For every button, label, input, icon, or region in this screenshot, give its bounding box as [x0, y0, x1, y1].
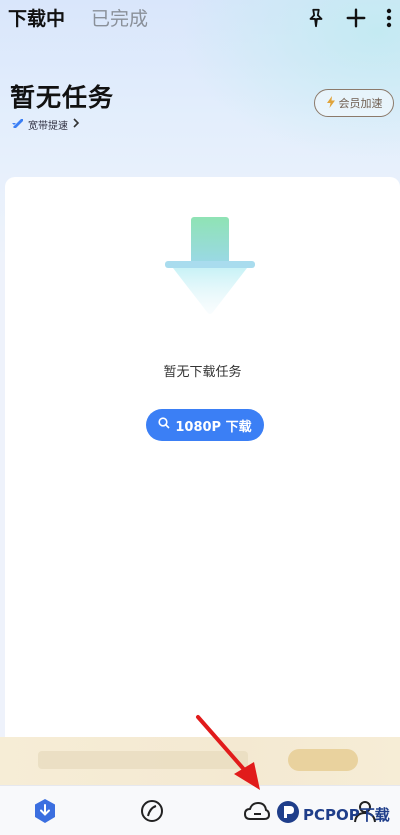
1080p-download-button[interactable]: 1080P 下载 [146, 409, 264, 441]
download-list-card: 暂无下载任务 1080P 下载 [5, 177, 400, 737]
promo-action-pill[interactable] [288, 749, 358, 771]
top-tabs: 下载中 已完成 [8, 6, 148, 32]
empty-state-message: 暂无下载任务 [163, 365, 242, 380]
vip-accelerate-button[interactable]: 会员加速 [314, 89, 394, 117]
rocket-icon [12, 118, 24, 131]
watermark: PCPOP下载 [276, 800, 390, 828]
header-actions [304, 6, 394, 30]
vip-button-label: 会员加速 [338, 97, 383, 110]
red-arrow-annotation [196, 715, 260, 790]
plus-icon[interactable] [344, 6, 368, 30]
tab-completed[interactable]: 已完成 [91, 6, 148, 32]
more-vertical-icon[interactable] [384, 6, 394, 30]
chevron-right-icon [72, 118, 80, 131]
watermark-logo-icon [276, 800, 300, 828]
lightning-icon [326, 95, 336, 111]
page-title: 暂无任务 [10, 83, 115, 112]
download-icon[interactable] [30, 796, 60, 826]
empty-download-illustration [165, 217, 255, 314]
broadband-boost-link[interactable]: 宽带提速 [12, 117, 80, 132]
tab-downloading[interactable]: 下载中 [8, 6, 65, 32]
watermark-text: PCPOP下载 [303, 805, 390, 824]
pin-icon[interactable] [304, 6, 328, 30]
subtitle-text: 宽带提速 [28, 121, 68, 132]
download-button-label: 1080P 下载 [175, 419, 252, 435]
search-icon [158, 417, 170, 433]
discover-icon[interactable] [137, 796, 167, 826]
